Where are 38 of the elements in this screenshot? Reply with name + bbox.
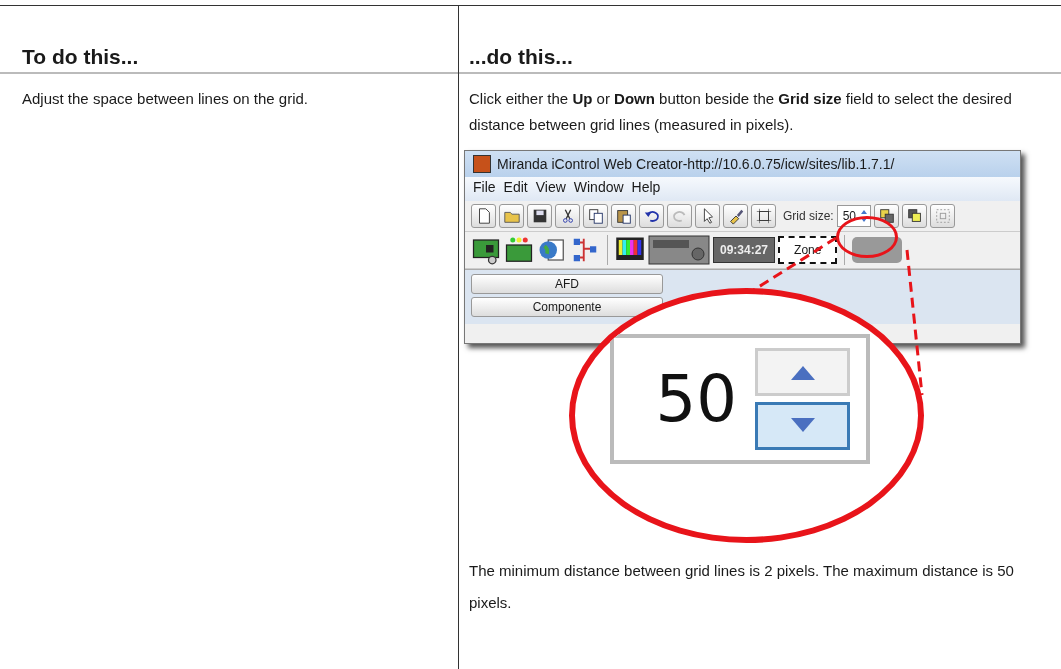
toolbar-button[interactable] (611, 204, 636, 228)
circuit-board-icon[interactable] (504, 235, 534, 265)
toolbar-button[interactable] (527, 204, 552, 228)
up-button[interactable] (755, 348, 850, 396)
column-header: To do this... (0, 6, 458, 74)
toolbar-button[interactable] (471, 204, 496, 228)
menu-item[interactable]: File (473, 179, 496, 199)
pen-tool-button[interactable] (852, 237, 903, 263)
menu-item[interactable]: Edit (503, 179, 528, 199)
toolbar-button[interactable] (751, 204, 776, 228)
field-label: Grid size: (783, 209, 834, 223)
menu-item[interactable]: Window (573, 179, 624, 199)
clipboard-icon (614, 207, 633, 225)
column-header: ...do this... (459, 6, 1061, 74)
toolbar-button[interactable] (874, 204, 900, 228)
toolbar-button[interactable] (902, 204, 928, 228)
note-text: The minimum distance between grid lines is 2 pixels. The maximum distance is 50 pixels. (468, 561, 1015, 613)
copy-icon (586, 207, 605, 225)
toolbar-button[interactable] (639, 204, 664, 228)
magnified-value: 50 (655, 362, 737, 436)
app-logo-icon (473, 155, 491, 173)
tab-button[interactable]: AFD (471, 274, 663, 294)
layers-icon (905, 207, 924, 225)
window-title: Miranda iControl Web Creator-http://10.6.0.75/icw/sites/lib.1.7.1/ (497, 156, 895, 172)
toolbar-button[interactable] (723, 204, 748, 228)
instruction-text: Click either the Up or Down button beside the Grid size field to select the desired distance between grid lines (measured in pixels). (468, 89, 1013, 135)
menu-item[interactable]: Help (631, 179, 661, 199)
toolbar-button[interactable] (583, 204, 608, 228)
grid-icon (754, 207, 773, 225)
table-cell-text: Adjust the space between lines on the grid. (21, 89, 310, 109)
group-icon (933, 207, 952, 225)
tab-button[interactable]: Componente (471, 297, 663, 317)
toolbar-button[interactable] (695, 204, 720, 228)
layers-icon (877, 207, 896, 225)
down-button[interactable] (755, 402, 850, 450)
clock-widget[interactable]: 09:34:27 (713, 237, 776, 263)
menu-item[interactable]: View (535, 179, 566, 199)
toolbar-button[interactable] (555, 204, 580, 228)
